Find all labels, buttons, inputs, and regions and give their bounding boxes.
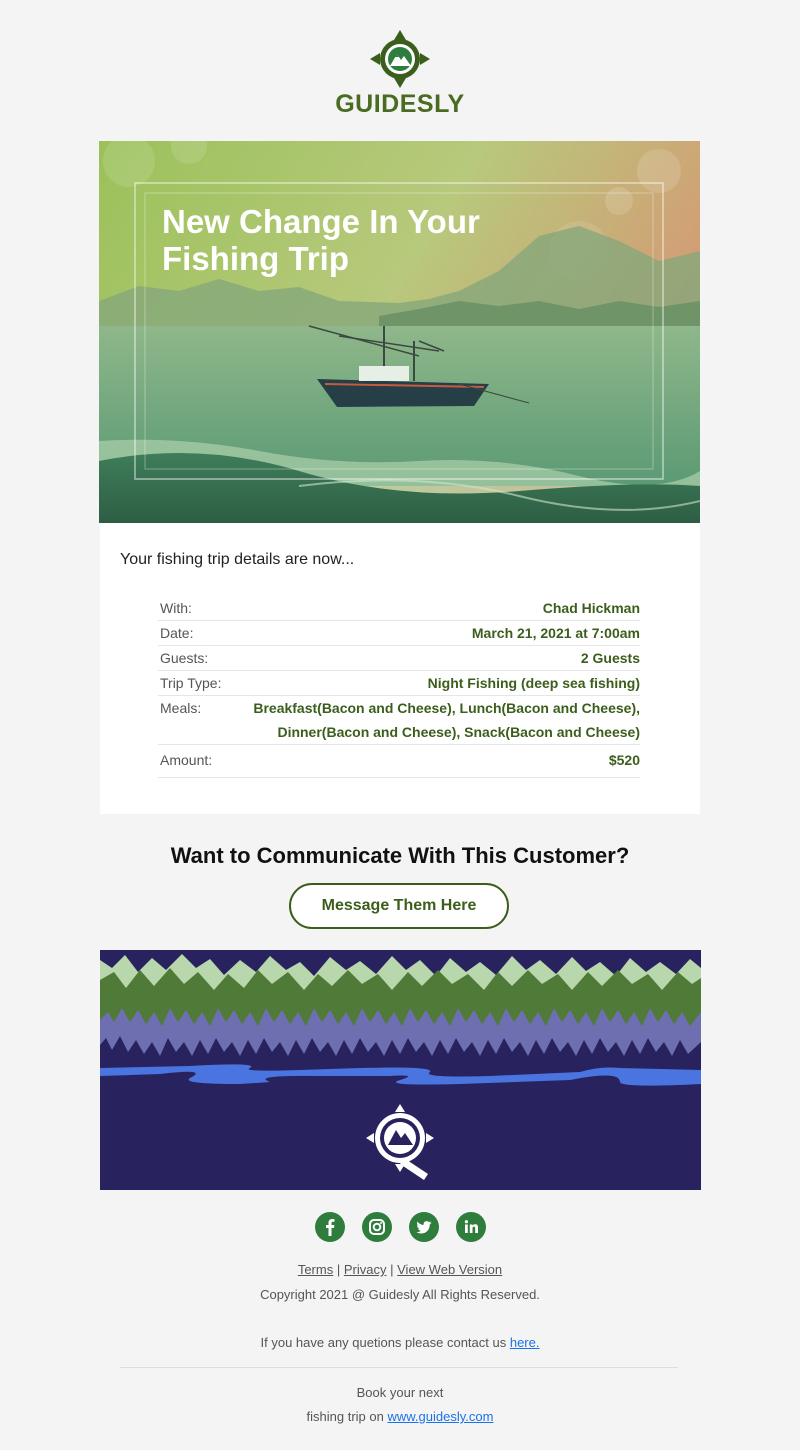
guidesly-website-link[interactable]: www.guidesly.com — [387, 1409, 493, 1424]
detail-value: Chad Hickman — [240, 596, 640, 621]
detail-value: $520 — [240, 744, 640, 778]
detail-value: Night Fishing (deep sea fishing) — [240, 670, 640, 696]
detail-row-with: With: Chad Hickman — [158, 596, 640, 621]
contact-line: If you have any quetions please contact … — [0, 1335, 800, 1350]
copyright-text: Copyright 2021 @ Guidesly All Rights Res… — [260, 1287, 540, 1302]
landscape-illustration — [100, 950, 701, 1190]
detail-value: March 21, 2021 at 7:00am — [240, 620, 640, 646]
detail-row-date: Date: March 21, 2021 at 7:00am — [158, 620, 640, 646]
compass-mountain-icon — [370, 30, 430, 88]
guidesly-logo[interactable]: GUIDESLY — [0, 30, 800, 119]
trip-details-card: Your fishing trip details are now... Wit… — [100, 523, 700, 814]
facebook-icon[interactable] — [314, 1212, 345, 1242]
hero-title: New Change In Your Fishing Trip — [162, 203, 480, 277]
contact-text: If you have any quetions please contact … — [260, 1335, 507, 1350]
social-links — [0, 1212, 800, 1242]
footer-links: Terms | Privacy | View Web Version — [0, 1262, 800, 1277]
link-separator: | — [336, 1262, 341, 1277]
book-line-1: Book your next — [356, 1385, 444, 1400]
privacy-link[interactable]: Privacy — [344, 1262, 387, 1277]
terms-link[interactable]: Terms — [298, 1262, 333, 1277]
footer-divider — [120, 1367, 678, 1368]
detail-value: 2 Guests — [240, 645, 640, 671]
details-intro: Your fishing trip details are now... — [120, 551, 355, 568]
linkedin-icon[interactable] — [455, 1212, 486, 1242]
book-line-2: fishing trip on — [306, 1409, 384, 1424]
detail-row-amount: Amount: $520 — [158, 744, 640, 778]
link-separator: | — [390, 1262, 394, 1277]
detail-label: Meals: — [158, 695, 240, 745]
brand-name: GUIDESLY — [335, 90, 465, 118]
detail-row-meals: Meals: Breakfast(Bacon and Cheese), Lunc… — [158, 695, 640, 745]
book-trip-text: Book your next fishing trip on www.guide… — [0, 1381, 800, 1429]
detail-value: Breakfast(Bacon and Cheese), Lunch(Bacon… — [240, 695, 640, 745]
detail-label: With: — [158, 596, 240, 621]
detail-label: Guests: — [158, 645, 240, 671]
web-version-link[interactable]: View Web Version — [397, 1262, 502, 1277]
detail-row-guests: Guests: 2 Guests — [158, 645, 640, 671]
twitter-icon[interactable] — [408, 1212, 439, 1242]
contact-here-link[interactable]: here. — [510, 1335, 540, 1350]
instagram-icon[interactable] — [361, 1212, 392, 1242]
fishing-boat-photo — [99, 141, 700, 523]
mountain-lake-graphic — [100, 950, 701, 1190]
detail-label: Trip Type: — [158, 670, 240, 696]
message-them-button[interactable]: Message Them Here — [289, 883, 509, 929]
trip-details-table: With: Chad Hickman Date: March 21, 2021 … — [158, 596, 640, 778]
detail-label: Date: — [158, 620, 240, 646]
hero-banner: New Change In Your Fishing Trip — [99, 141, 700, 523]
cta-title: Want to Communicate With This Customer? — [170, 843, 630, 868]
detail-row-trip-type: Trip Type: Night Fishing (deep sea fishi… — [158, 670, 640, 696]
detail-label: Amount: — [158, 744, 240, 778]
